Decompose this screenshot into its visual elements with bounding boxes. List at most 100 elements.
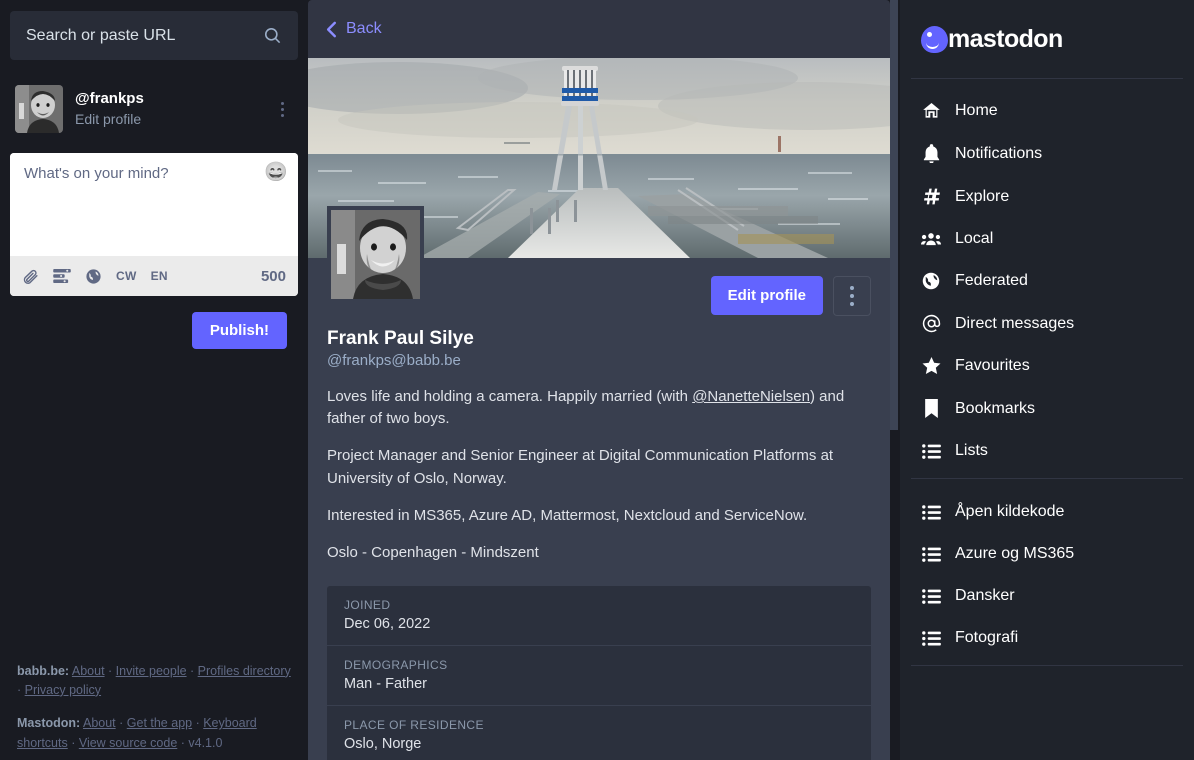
mastodon-app: @frankps Edit profile What's on your min… <box>0 0 1194 760</box>
edit-profile-link[interactable]: Edit profile <box>75 110 259 129</box>
nav-item-explore[interactable]: Explore <box>900 175 1194 218</box>
footer-link-mastodon-about[interactable]: About <box>83 716 116 730</box>
compose-textarea[interactable]: What's on your mind? 😄 <box>10 153 298 256</box>
profile-fields: JOINED Dec 06, 2022 DEMOGRAPHICS Man - Fath… <box>308 586 890 760</box>
footer-link-privacy-policy[interactable]: Privacy policy <box>25 683 101 697</box>
language-button[interactable]: EN <box>151 269 168 283</box>
nav-item-dansker[interactable]: Dansker <box>900 575 1194 617</box>
nav-item-label: Local <box>955 230 994 247</box>
users-icon <box>921 231 941 247</box>
compose-box[interactable]: What's on your mind? 😄 CW EN 500 <box>10 153 298 296</box>
nav-item-azure-og-ms365[interactable]: Azure og MS365 <box>900 533 1194 575</box>
list-icon <box>921 630 941 646</box>
nav-item-label: Fotografi <box>955 629 1019 646</box>
nav-item-federated[interactable]: Federated <box>900 260 1194 302</box>
sep: · <box>17 682 25 697</box>
bio-mention-link[interactable]: @NanetteNielsen <box>692 388 810 405</box>
nav-item-label: Åpen kildekode <box>955 503 1065 520</box>
footer-link-get-the-app[interactable]: Get the app <box>127 716 192 730</box>
mastodon-links: Mastodon: About · Get the app · Keyboard… <box>17 714 291 753</box>
bio-paragraph: Project Manager and Senior Engineer at D… <box>327 445 871 489</box>
profile-field-label: DEMOGRAPHICS <box>344 658 448 673</box>
profile-display-name: Frank Paul Silye <box>327 328 474 349</box>
nav-item-lists[interactable]: Lists <box>900 430 1194 472</box>
profile-scroll-area: Back Edit profile Frank Paul Silye @fran… <box>308 0 890 760</box>
nav-item-home[interactable]: Home <box>900 89 1194 132</box>
footer-link-invite-people[interactable]: Invite people <box>116 664 187 678</box>
avatar[interactable] <box>15 85 63 133</box>
profile-field-row: DEMOGRAPHICS Man - Father <box>327 646 871 707</box>
footer-link-about[interactable]: About <box>72 664 105 678</box>
nav-divider-bottom <box>911 665 1183 666</box>
nav-item-fotografi[interactable]: Fotografi <box>900 617 1194 659</box>
nav-item-label: Favourites <box>955 357 1030 374</box>
nav-item-bookmarks[interactable]: Bookmarks <box>900 387 1194 430</box>
sep: · <box>67 735 79 750</box>
left-sidebar: @frankps Edit profile What's on your min… <box>0 0 308 760</box>
nav-item-direct-messages[interactable]: Direct messages <box>900 302 1194 345</box>
bio-text: Interested in MS365, Azure AD, Mattermos… <box>327 506 808 524</box>
nav-item-local[interactable]: Local <box>900 218 1194 260</box>
footer-link-profiles-directory[interactable]: Profiles directory <box>198 664 291 678</box>
profile-fields-table: JOINED Dec 06, 2022 DEMOGRAPHICS Man - Fath… <box>327 586 871 760</box>
profile-field-row: PLACE OF RESIDENCE Oslo, Norge <box>327 706 871 760</box>
search-input[interactable] <box>26 26 263 45</box>
bookmark-icon <box>921 399 941 418</box>
nav-item-label: Bookmarks <box>955 399 1036 417</box>
profile-field-value: Man - Father <box>344 676 427 693</box>
center-scrollbar[interactable] <box>890 0 898 760</box>
profile-bio: Loves life and holding a camera. Happily… <box>327 386 871 564</box>
sep: · <box>115 716 127 731</box>
nav-lists: Åpen kildekode Azure og MS365 Dansker Fotog… <box>900 479 1194 665</box>
globe-icon[interactable] <box>85 268 102 285</box>
nav-item-notifications[interactable]: Notifications <box>900 132 1194 175</box>
column-header: Back <box>308 0 890 58</box>
nav-item-label: Home <box>955 101 998 119</box>
poll-icon[interactable] <box>53 269 71 283</box>
right-sidebar: mastodon Home Notifications Explore Local Fe… <box>900 0 1194 760</box>
content-warning-button[interactable]: CW <box>116 269 137 283</box>
at-icon <box>921 314 941 333</box>
footer-link-view-source-code[interactable]: View source code <box>79 736 177 750</box>
avatar-image <box>15 85 63 133</box>
nav-item-pen-kildekode[interactable]: Åpen kildekode <box>900 491 1194 533</box>
back-button[interactable]: Back <box>325 20 382 38</box>
profile-more-menu-icon[interactable] <box>833 275 871 316</box>
profile-avatar-image <box>331 210 420 299</box>
sep: · <box>192 716 204 731</box>
nav-item-favourites[interactable]: Favourites <box>900 345 1194 387</box>
nav-item-label: Notifications <box>955 144 1043 162</box>
profile-field-label: PLACE OF RESIDENCE <box>344 718 484 733</box>
list-icon <box>921 588 941 604</box>
publish-button[interactable]: Publish! <box>191 312 287 349</box>
scrollbar-thumb[interactable] <box>890 0 898 430</box>
profile-avatar[interactable] <box>327 206 424 303</box>
sep: · <box>186 663 198 678</box>
instance-name: babb.be: <box>17 663 70 678</box>
sep: · <box>104 663 116 678</box>
vertical-dots-icon[interactable] <box>271 94 293 124</box>
brand-name: mastodon <box>948 24 1063 53</box>
search-bar[interactable] <box>10 11 298 60</box>
account-row[interactable]: @frankps Edit profile <box>10 83 298 135</box>
version-label: v4.1.0 <box>188 735 223 750</box>
nav-item-label: Explore <box>955 187 1010 205</box>
nav-item-label: Direct messages <box>955 314 1075 332</box>
list-icon <box>921 443 941 459</box>
emoji-picker-icon[interactable]: 😄 <box>264 161 288 185</box>
paperclip-icon[interactable] <box>22 268 39 285</box>
instance-links: babb.be: About · Invite people · Profile… <box>17 662 291 701</box>
profile-field-value: Oslo, Norge <box>344 736 422 753</box>
profile-handle: @frankps@babb.be <box>327 352 461 369</box>
star-icon <box>921 357 941 375</box>
brand-logo[interactable]: mastodon <box>900 0 1194 78</box>
profile-column: Back Edit profile Frank Paul Silye @fran… <box>308 0 900 760</box>
edit-profile-button[interactable]: Edit profile <box>710 276 823 315</box>
profile-field-value: Dec 06, 2022 <box>344 616 431 633</box>
hashtag-icon <box>921 187 941 206</box>
nav-primary: Home Notifications Explore Local Federated Di… <box>900 79 1194 478</box>
profile-body: Edit profile Frank Paul Silye @frankps@b… <box>308 206 890 760</box>
search-icon[interactable] <box>263 26 282 45</box>
globe-icon <box>921 272 941 290</box>
nav-item-label: Dansker <box>955 587 1015 604</box>
